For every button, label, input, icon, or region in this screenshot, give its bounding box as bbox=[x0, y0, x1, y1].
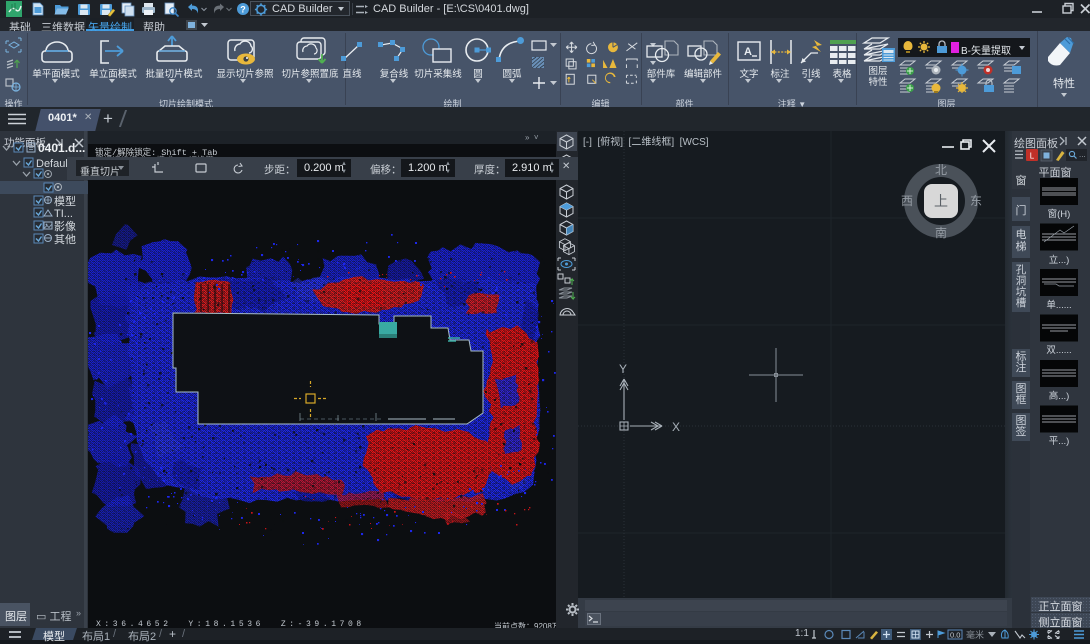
svg-text:毫米: 毫米 bbox=[966, 629, 984, 640]
svg-text:TI...: TI... bbox=[54, 208, 73, 220]
svg-text:东: 东 bbox=[970, 194, 982, 208]
svg-text:模型: 模型 bbox=[54, 194, 76, 208]
svg-text:0401.d...: 0401.d... bbox=[38, 142, 85, 155]
svg-text:A: A bbox=[744, 46, 752, 58]
svg-text:其他: 其他 bbox=[54, 233, 76, 246]
svg-text:北: 北 bbox=[935, 163, 947, 177]
svg-text:上: 上 bbox=[934, 193, 948, 209]
svg-text:?: ? bbox=[240, 5, 246, 15]
svg-text:西: 西 bbox=[901, 194, 913, 208]
svg-text:0.0: 0.0 bbox=[950, 631, 960, 640]
svg-text:X: X bbox=[672, 420, 680, 434]
svg-text:...: ... bbox=[1079, 150, 1086, 159]
svg-text:L: L bbox=[1030, 152, 1035, 161]
svg-text:Y: Y bbox=[619, 362, 627, 376]
svg-text:Default: Default bbox=[36, 158, 71, 170]
svg-text:南: 南 bbox=[935, 225, 947, 240]
svg-text:影像: 影像 bbox=[54, 220, 76, 233]
